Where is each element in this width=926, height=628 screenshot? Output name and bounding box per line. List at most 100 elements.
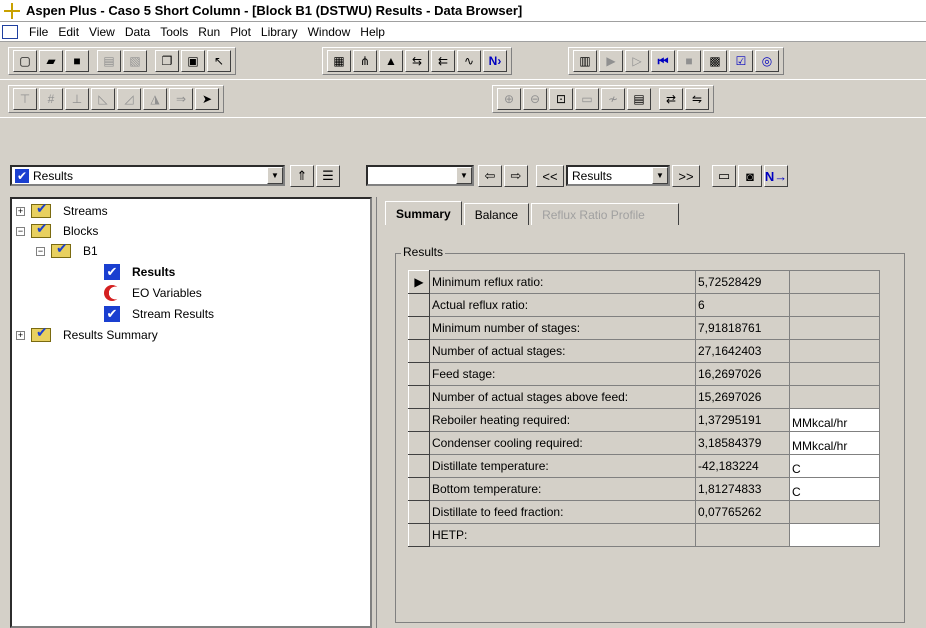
save-disk-icon[interactable]: ■ xyxy=(65,50,89,72)
comments-icon[interactable]: ▭ xyxy=(712,165,736,187)
tree-item-stream-results[interactable]: ✔ Stream Results xyxy=(104,304,214,324)
open-folder-icon[interactable]: ▰ xyxy=(39,50,63,72)
control-panel-icon[interactable]: ▥ xyxy=(573,50,597,72)
row-value[interactable]: 1,81274833 xyxy=(695,477,790,501)
reinitialize-icon[interactable]: ⏮ xyxy=(651,50,675,72)
document-icon[interactable] xyxy=(2,24,18,39)
section-combo[interactable]: Results ▼ xyxy=(566,165,670,186)
rotate-right-icon[interactable]: ◿ xyxy=(117,88,141,110)
hierarchy-icon[interactable]: ⇋ xyxy=(685,88,709,110)
tab-summary[interactable]: Summary xyxy=(385,201,462,225)
data-browser-icon[interactable]: ▦ xyxy=(327,50,351,72)
results-check-icon[interactable]: ☑ xyxy=(729,50,753,72)
paste-icon[interactable]: ▣ xyxy=(181,50,205,72)
row-unit-select[interactable]: MMkcal/hr xyxy=(789,408,880,432)
status-icon[interactable]: ◙ xyxy=(738,165,762,187)
new-file-icon[interactable]: ▢ xyxy=(13,50,37,72)
row-unit-select[interactable]: C xyxy=(789,454,880,478)
zoom-out-icon[interactable]: ⊖ xyxy=(523,88,547,110)
row-selector[interactable] xyxy=(408,523,430,547)
next-input-icon[interactable]: N› xyxy=(483,50,507,72)
row-unit-select[interactable]: C xyxy=(789,477,880,501)
collapse-minus-icon[interactable]: − xyxy=(36,246,45,256)
tree-item-streams[interactable]: + Streams xyxy=(16,200,108,221)
tree-item-results[interactable]: ✔ Results xyxy=(104,262,175,282)
expand-plus-icon[interactable]: + xyxy=(16,206,25,216)
tree-item-blocks[interactable]: − Blocks xyxy=(16,220,98,241)
menu-edit[interactable]: Edit xyxy=(53,25,84,39)
row-selector[interactable] xyxy=(408,316,430,340)
back-arrow-icon[interactable]: ⇦ xyxy=(478,165,502,187)
menu-help[interactable]: Help xyxy=(355,25,390,39)
align-tee-icon[interactable]: ⊥ xyxy=(65,88,89,110)
row-value[interactable]: 0,07765262 xyxy=(695,500,790,524)
row-selector[interactable] xyxy=(408,431,430,455)
rotate-left-icon[interactable]: ◺ xyxy=(91,88,115,110)
menu-plot[interactable]: Plot xyxy=(225,25,256,39)
row-value[interactable]: 6 xyxy=(695,293,790,317)
row-value[interactable] xyxy=(695,523,790,547)
menu-library[interactable]: Library xyxy=(256,25,303,39)
row-value[interactable]: -42,183224 xyxy=(695,454,790,478)
previous-form-button[interactable]: << xyxy=(536,165,564,187)
row-selector[interactable] xyxy=(408,293,430,317)
row-selector[interactable] xyxy=(408,385,430,409)
run-icon[interactable]: ▶ xyxy=(599,50,623,72)
tree-item-results-summary[interactable]: + Results Summary xyxy=(16,324,158,345)
row-selector[interactable] xyxy=(408,477,430,501)
copy-icon[interactable]: ❐ xyxy=(155,50,179,72)
menu-window[interactable]: Window xyxy=(303,25,356,39)
expand-plus-icon[interactable]: + xyxy=(16,330,25,340)
view-table-icon[interactable]: ▤ xyxy=(627,88,651,110)
history-combo[interactable]: ▼ xyxy=(366,165,474,186)
activation-icon[interactable]: ◎ xyxy=(755,50,779,72)
print-icon[interactable]: ▤ xyxy=(97,50,121,72)
row-selector[interactable] xyxy=(408,339,430,363)
connect-icon[interactable]: ⇇ xyxy=(431,50,455,72)
row-selector[interactable] xyxy=(408,500,430,524)
forward-arrow-icon[interactable]: ⇨ xyxy=(504,165,528,187)
stream-table-icon[interactable]: ⇄ xyxy=(659,88,683,110)
row-unit-select[interactable] xyxy=(789,523,880,547)
tab-reflux-ratio-profile[interactable]: Reflux Ratio Profile xyxy=(531,203,680,225)
chevron-down-icon[interactable]: ▼ xyxy=(456,167,472,184)
flip-icon[interactable]: ◮ xyxy=(143,88,167,110)
zoom-full-icon[interactable]: ⊡ xyxy=(549,88,573,110)
row-selector-arrow-icon[interactable]: ▶ xyxy=(408,270,430,294)
tree-item-b1[interactable]: − B1 xyxy=(36,240,98,261)
align-top-icon[interactable]: ⊤ xyxy=(13,88,37,110)
chevron-down-icon[interactable]: ▼ xyxy=(652,167,668,184)
menu-view[interactable]: View xyxy=(84,25,120,39)
zoom-in-icon[interactable]: ⊕ xyxy=(497,88,521,110)
grid-icon[interactable]: # xyxy=(39,88,63,110)
menu-data[interactable]: Data xyxy=(120,25,155,39)
row-selector[interactable] xyxy=(408,454,430,478)
row-unit-select[interactable]: MMkcal/hr xyxy=(789,431,880,455)
plot-icon[interactable]: ≁ xyxy=(601,88,625,110)
tab-balance[interactable]: Balance xyxy=(463,203,530,225)
row-value[interactable]: 15,2697026 xyxy=(695,385,790,409)
row-value[interactable]: 16,2697026 xyxy=(695,362,790,386)
menu-tools[interactable]: Tools xyxy=(155,25,193,39)
select-arrow-icon[interactable]: ➤ xyxy=(195,88,219,110)
next-form-button[interactable]: >> xyxy=(672,165,700,187)
stop-icon[interactable]: ■ xyxy=(677,50,701,72)
chevron-down-icon[interactable]: ▼ xyxy=(267,167,283,184)
row-value[interactable]: 27,1642403 xyxy=(695,339,790,363)
up-folder-icon[interactable]: ⇑ xyxy=(290,165,314,187)
row-value[interactable]: 3,18584379 xyxy=(695,431,790,455)
menu-file[interactable]: File xyxy=(24,25,53,39)
row-value[interactable]: 5,72528429 xyxy=(695,270,790,294)
row-value[interactable]: 7,91818761 xyxy=(695,316,790,340)
print-preview-icon[interactable]: ▧ xyxy=(123,50,147,72)
menu-tree-icon[interactable]: ☰ xyxy=(316,165,340,187)
tree-item-eo-variables[interactable]: EO Variables xyxy=(104,283,202,303)
exchange-icon[interactable]: ⇒ xyxy=(169,88,193,110)
row-value[interactable]: 1,37295191 xyxy=(695,408,790,432)
section-icon[interactable]: ▭ xyxy=(575,88,599,110)
row-selector[interactable] xyxy=(408,362,430,386)
collapse-minus-icon[interactable]: − xyxy=(16,226,25,236)
step-icon[interactable]: ▷ xyxy=(625,50,649,72)
check-results-icon[interactable]: ▩ xyxy=(703,50,727,72)
stream-icon[interactable]: ⇆ xyxy=(405,50,429,72)
